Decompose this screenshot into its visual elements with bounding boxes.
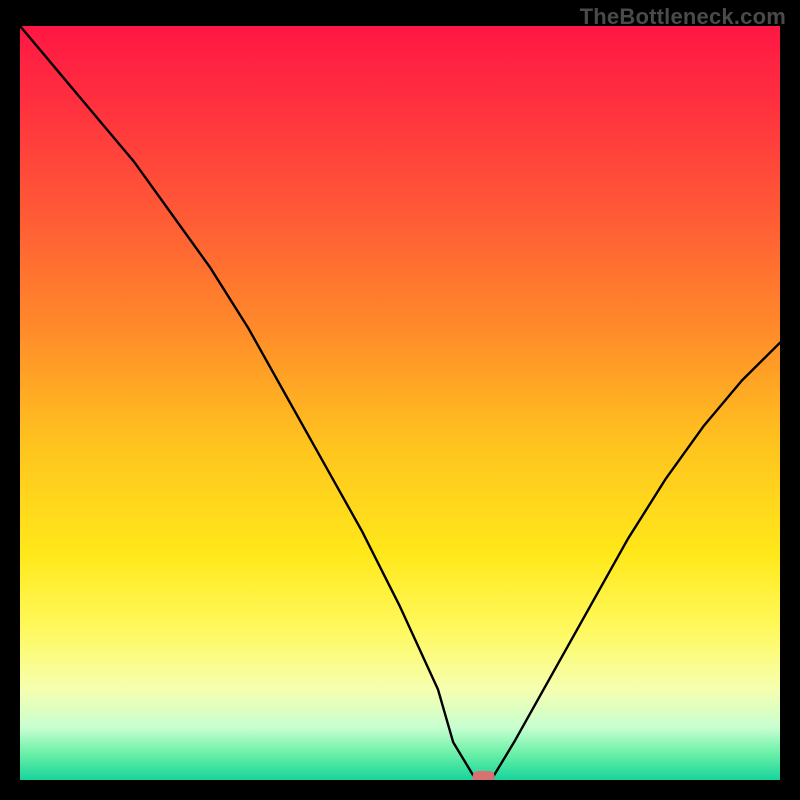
watermark-label: TheBottleneck.com bbox=[580, 4, 786, 30]
bottleneck-chart bbox=[20, 26, 780, 780]
optimal-point-marker bbox=[473, 771, 495, 780]
gradient-background bbox=[20, 26, 780, 780]
chart-frame: TheBottleneck.com bbox=[0, 0, 800, 800]
plot-area bbox=[20, 26, 780, 780]
